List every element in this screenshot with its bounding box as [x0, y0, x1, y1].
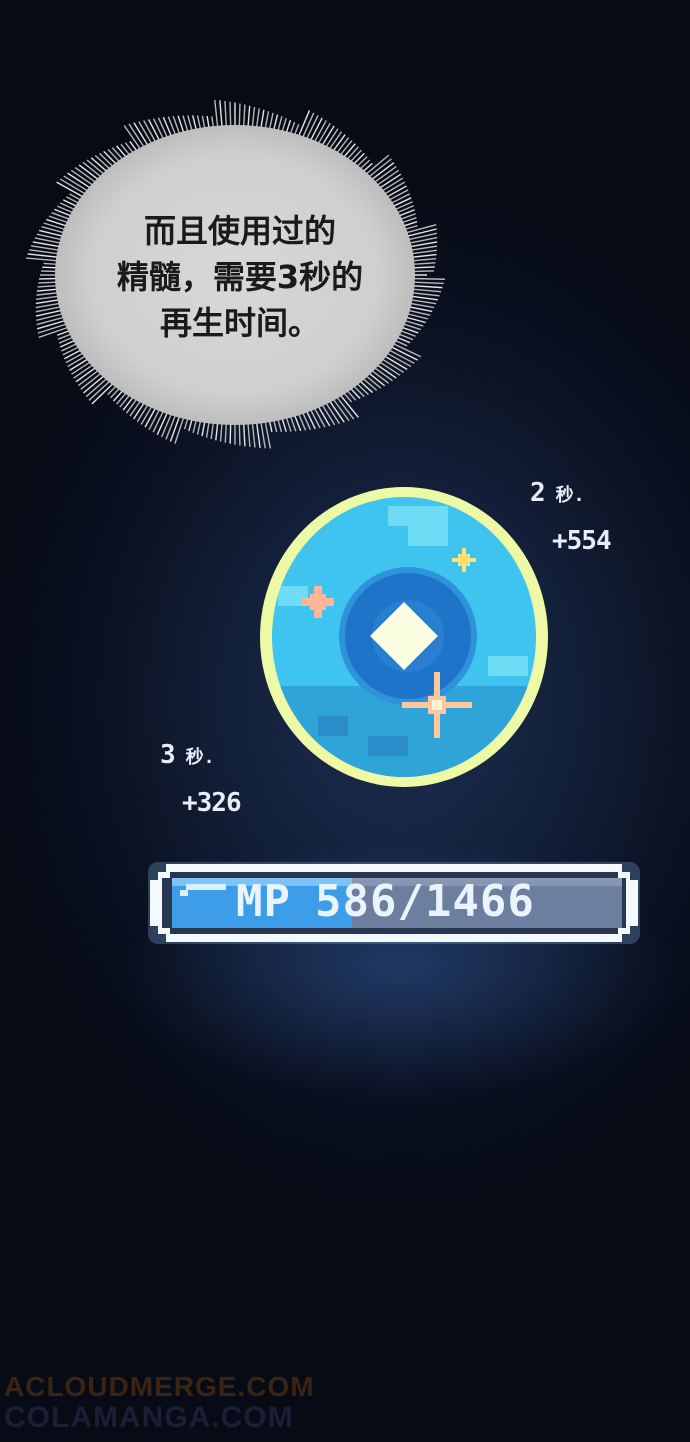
mana-orb-icon: [260, 487, 548, 787]
timer-right-value: 2: [530, 478, 546, 508]
speech-line-2: 精髓，需要3秒的: [116, 258, 364, 296]
timer-right: 2 秒.: [530, 478, 585, 508]
speech-bubble-text: 而且使用过的 精髓，需要3秒的 再生时间。: [80, 208, 400, 346]
watermark: ACLOUDMERGE.COM COLAMANGA.COM: [4, 1372, 315, 1434]
mp-bar: MP 586/1466: [146, 856, 642, 950]
watermark-line-1: ACLOUDMERGE.COM: [4, 1371, 315, 1402]
speech-line-3: 再生时间。: [159, 304, 320, 342]
mp-label: MP: [236, 876, 291, 927]
mp-value: 586/1466: [314, 876, 535, 927]
timer-right-unit: 秒.: [555, 485, 585, 506]
timer-left: 3 秒.: [160, 740, 215, 770]
speech-line-1: 而且使用过的: [143, 212, 336, 250]
speech-bubble: 而且使用过的 精髓，需要3秒的 再生时间。: [20, 80, 460, 480]
mp-gain-left: +326: [182, 788, 242, 818]
timer-left-unit: 秒.: [185, 747, 215, 768]
mp-gain-right: +554: [552, 526, 612, 556]
watermark-line-2: COLAMANGA.COM: [4, 1401, 294, 1434]
timer-left-value: 3: [160, 740, 176, 770]
mp-readout: MP 586/1466: [236, 874, 559, 930]
